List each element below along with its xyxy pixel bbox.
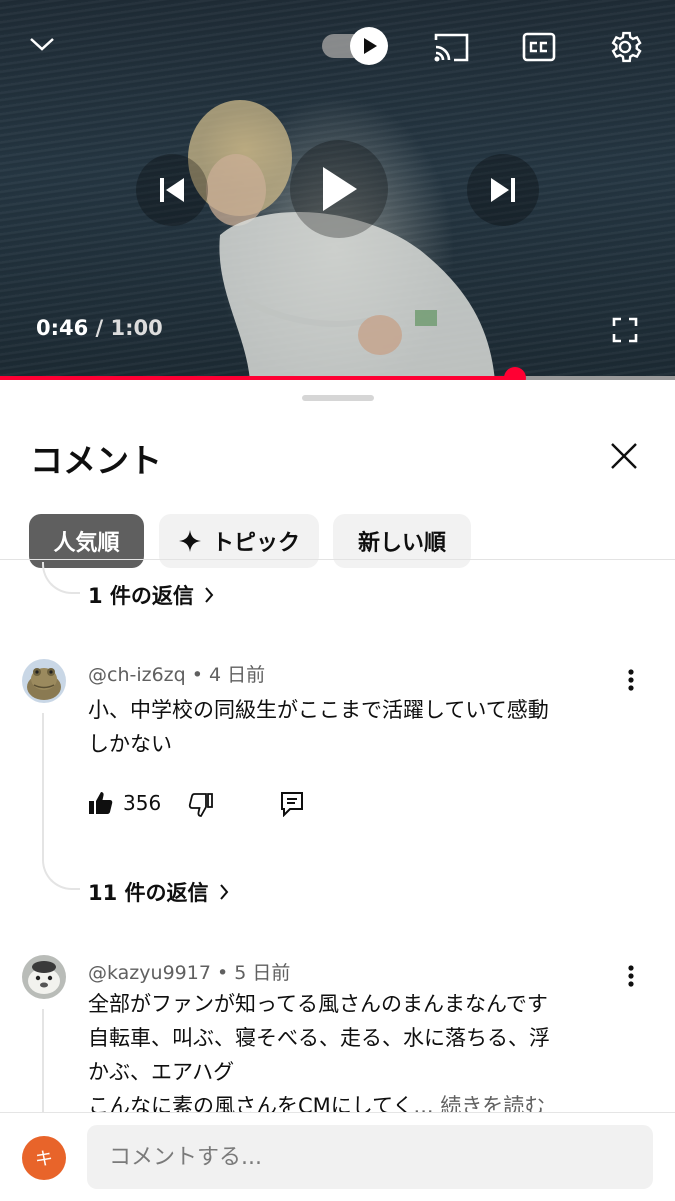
user-avatar-letter: キ [35, 1149, 53, 1170]
view-replies-button[interactable]: 1 件の返信 [88, 580, 214, 610]
thread-line [42, 713, 44, 843]
time-display: 0:46 / 1:00 [36, 316, 163, 340]
comments-sheet: コメント 人気順 トピック 新しい順 1 件の返信 @ch-iz6zq • 4 … [0, 380, 675, 1200]
comment-text-line: 自転車、叫ぶ、寝そべる、走る、水に落ちる、浮 [88, 1026, 550, 1050]
more-vert-icon [628, 965, 634, 987]
comment-menu-button[interactable] [620, 665, 642, 695]
comment-text: 全部がファンが知ってる風さんのまんまなんです 自転車、叫ぶ、寝そべる、走る、水に… [88, 987, 550, 1123]
comment-author[interactable]: @kazyu9917 [88, 962, 211, 984]
captions-button[interactable] [518, 26, 560, 68]
replies-label: 11 件の返信 [88, 881, 209, 905]
sort-chip-label: 新しい順 [357, 531, 446, 556]
avatar[interactable] [22, 659, 66, 703]
fullscreen-button[interactable] [608, 313, 642, 347]
next-button[interactable] [467, 154, 539, 226]
comment-text-line: しかない [88, 732, 172, 756]
cast-icon [434, 33, 469, 62]
comment-time: 4 日前 [209, 664, 266, 686]
comment-text-line: かぶ、エアハグ [88, 1060, 235, 1084]
next-icon [491, 178, 515, 202]
comment-meta: @ch-iz6zq • 4 日前 [88, 660, 265, 687]
play-button[interactable] [290, 140, 388, 238]
cast-button[interactable] [430, 26, 472, 68]
replies-label: 1 件の返信 [88, 584, 194, 608]
autoplay-toggle[interactable] [322, 27, 388, 65]
minimize-button[interactable] [26, 28, 58, 60]
comment-input[interactable] [87, 1125, 653, 1189]
thumbs-down-icon [188, 793, 213, 817]
avatar-image [27, 668, 61, 700]
chevron-right-icon [219, 884, 228, 900]
reply-button[interactable] [280, 791, 304, 817]
settings-button[interactable] [603, 25, 647, 69]
view-replies-button[interactable]: 11 件の返信 [88, 877, 229, 907]
video-player[interactable]: 0:46 / 1:00 [0, 0, 675, 380]
avatar-image [28, 961, 60, 994]
comment-author[interactable]: @ch-iz6zq [88, 664, 186, 686]
time-separator: / [88, 316, 111, 340]
meta-dot: • [216, 962, 235, 984]
thumbs-up-icon [89, 792, 113, 814]
comment-text: 小、中学校の同級生がここまで活躍していて感動 しかない [88, 693, 549, 761]
comments-title: コメント [30, 441, 162, 480]
autoplay-toggle-icon [322, 27, 388, 65]
drag-handle[interactable] [302, 395, 374, 401]
close-icon [611, 443, 637, 469]
previous-icon [160, 178, 184, 202]
close-button[interactable] [604, 436, 644, 476]
sparkle-icon [178, 530, 201, 552]
sort-chip-label: 人気順 [53, 531, 120, 556]
fullscreen-icon [612, 317, 638, 343]
thread-connector [42, 562, 80, 594]
like-button[interactable]: 356 [88, 790, 161, 816]
settings-gear-icon [611, 31, 642, 63]
reply-comment-icon [281, 792, 303, 817]
comment-composer: キ [0, 1112, 675, 1201]
user-avatar[interactable]: キ [22, 1136, 66, 1180]
sort-chip-label: トピック [211, 531, 300, 556]
chevron-down-icon [30, 38, 54, 51]
chevron-right-icon [205, 587, 214, 603]
meta-dot: • [191, 664, 210, 686]
more-vert-icon [628, 669, 634, 691]
thread-connector [42, 840, 80, 890]
like-count: 356 [123, 791, 162, 815]
play-icon [323, 167, 357, 211]
chips-divider [0, 559, 675, 560]
avatar[interactable] [22, 955, 66, 999]
comment-menu-button[interactable] [620, 961, 642, 991]
duration: 1:00 [110, 316, 163, 340]
dislike-button[interactable] [188, 792, 214, 818]
previous-button[interactable] [136, 154, 208, 226]
current-time: 0:46 [36, 316, 89, 340]
comment-text-line: 小、中学校の同級生がここまで活躍していて感動 [88, 698, 549, 722]
comment-time: 5 日前 [234, 962, 291, 984]
thread-line [42, 1009, 44, 1119]
comment-text-line: 全部がファンが知ってる風さんのまんまなんです [88, 992, 548, 1016]
captions-icon [522, 32, 556, 62]
comment-meta: @kazyu9917 • 5 日前 [88, 958, 290, 985]
